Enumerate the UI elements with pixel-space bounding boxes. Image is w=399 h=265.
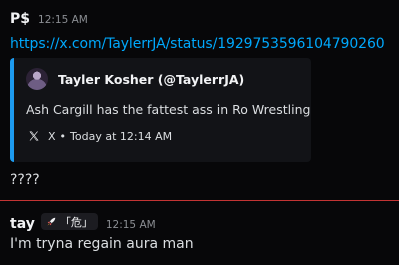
role-badge[interactable]: 「危」: [40, 213, 98, 230]
link-embed: Tayler Kosher (@TaylerrJA) Ash Cargill h…: [10, 58, 311, 162]
embed-author: Tayler Kosher (@TaylerrJA): [26, 68, 244, 90]
message-author[interactable]: tay: [10, 216, 35, 232]
role-badge-label: 「危」: [59, 215, 93, 229]
embed-avatar[interactable]: [26, 68, 48, 90]
message-timestamp[interactable]: 12:15 AM: [106, 219, 156, 231]
message-tay: tay 「危」 12:15 AM: [10, 213, 399, 232]
message-text: I'm tryna regain aura man: [10, 236, 194, 252]
new-messages-divider: [0, 200, 399, 201]
embed-description: Ash Cargill has the fattest ass in Ro Wr…: [26, 102, 311, 117]
embed-footer-time: Today at 12:14 AM: [70, 129, 173, 143]
message-p-dollar: P$ 12:15 AM: [10, 11, 399, 27]
embed-footer-separator: •: [59, 129, 67, 143]
embed-author-name[interactable]: Tayler Kosher (@TaylerrJA): [58, 72, 244, 87]
embed-footer: X • Today at 12:14 AM: [26, 128, 172, 144]
embed-provider: X: [48, 129, 56, 143]
message-timestamp[interactable]: 12:15 AM: [38, 14, 88, 26]
message-text: ????: [10, 172, 40, 188]
tweet-link[interactable]: https://x.com/TaylerrJA/status/192975359…: [10, 36, 385, 52]
message-author[interactable]: P$: [10, 11, 30, 27]
rocket-icon: [47, 217, 56, 226]
x-logo-icon: [26, 128, 42, 144]
